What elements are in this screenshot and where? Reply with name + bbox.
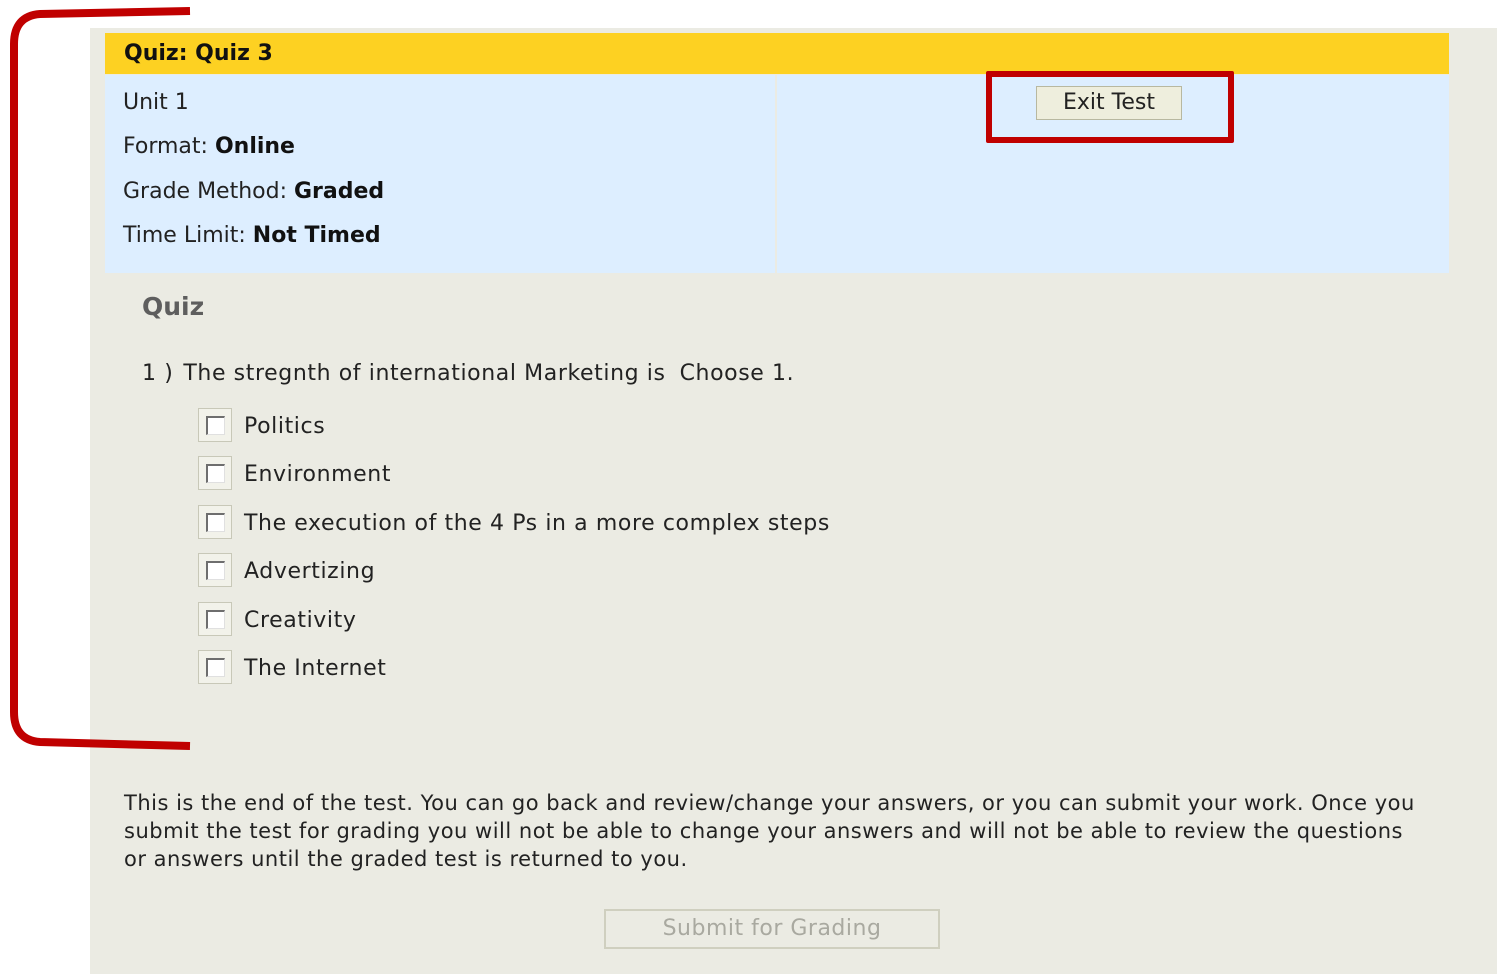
time-limit-value: Not Timed bbox=[252, 223, 381, 248]
choice-checkbox[interactable] bbox=[198, 456, 232, 490]
exit-button-highlight bbox=[986, 71, 1234, 143]
question-number: 1 ) bbox=[142, 361, 174, 386]
question-hint: Choose 1. bbox=[679, 361, 795, 386]
question-1: 1 ) The stregnth of international Marketi… bbox=[142, 361, 794, 386]
choice-label[interactable]: Politics bbox=[244, 414, 325, 439]
choice-label[interactable]: Creativity bbox=[244, 608, 356, 633]
choice-label[interactable]: Advertizing bbox=[244, 559, 375, 584]
quiz-screen: Quiz: Quiz 3 Unit 1 Format: Online Grade… bbox=[0, 0, 1497, 974]
choice-label[interactable]: The Internet bbox=[244, 656, 386, 681]
submit-for-grading-button[interactable]: Submit for Grading bbox=[604, 909, 940, 949]
format-value: Online bbox=[214, 134, 295, 159]
quiz-details-panel: Unit 1 Format: Online Grade Method: Grad… bbox=[105, 75, 775, 273]
choice-checkbox[interactable] bbox=[198, 602, 232, 636]
choice-label[interactable]: Environment bbox=[244, 462, 391, 487]
choice-checkbox[interactable] bbox=[198, 553, 232, 587]
section-title: Quiz bbox=[142, 292, 205, 321]
choice-checkbox[interactable] bbox=[198, 408, 232, 442]
quiz-header: Quiz: Quiz 3 bbox=[105, 33, 1449, 74]
end-of-test-note: This is the end of the test. You can go … bbox=[124, 791, 1415, 871]
quiz-info: Unit 1 Format: Online Grade Method: Grad… bbox=[105, 75, 1449, 273]
question-text: The stregnth of international Marketing … bbox=[183, 361, 666, 386]
grade-method-value: Graded bbox=[294, 179, 385, 204]
choice-checkbox[interactable] bbox=[198, 505, 232, 539]
choice-label[interactable]: The execution of the 4 Ps in a more comp… bbox=[244, 511, 830, 536]
choice-checkbox[interactable] bbox=[198, 650, 232, 684]
